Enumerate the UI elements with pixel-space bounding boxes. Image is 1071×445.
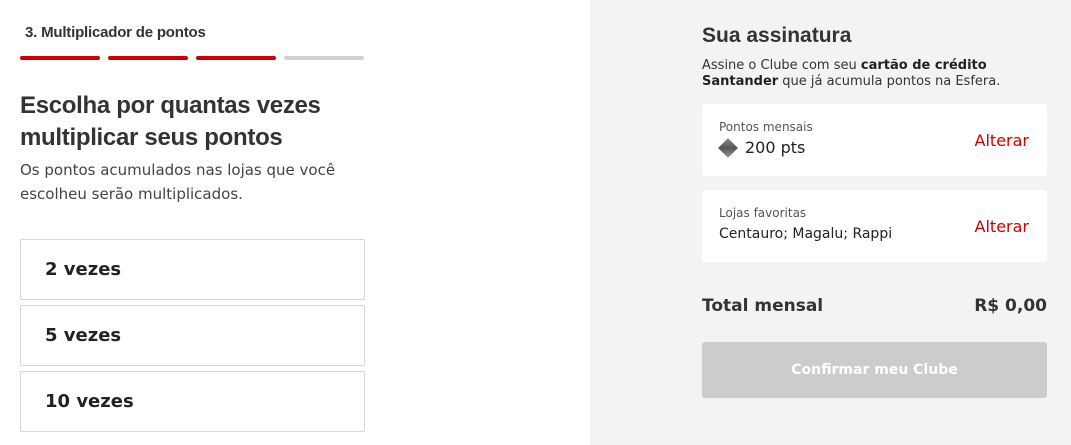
step-title: 3. Multiplicador de pontos — [25, 24, 206, 41]
favorite-stores-value: Centauro; Magalu; Rappi — [719, 226, 893, 242]
change-monthly-points-link[interactable]: Alterar — [975, 131, 1029, 150]
page-title: Escolha por quantas vezes multiplicar se… — [20, 92, 321, 151]
plan-options-panel: 3. Multiplicador de pontos Escolha por q… — [0, 0, 590, 445]
favorite-stores-card: Lojas favoritas Centauro; Magalu; Rappi … — [702, 190, 1047, 262]
progress-segment-3 — [196, 56, 276, 60]
favorite-stores-label: Lojas favoritas — [719, 206, 807, 220]
diamond-icon — [718, 137, 738, 158]
summary-title: Sua assinatura — [702, 24, 852, 47]
monthly-points-label: Pontos mensais — [719, 120, 813, 134]
progress-bar — [20, 56, 364, 60]
total-value: R$ 0,00 — [974, 296, 1047, 316]
summary-description-prefix: Assine o Clube com seu — [702, 58, 861, 73]
summary-description-suffix: que já acumula pontos na Esfera. — [778, 74, 1001, 89]
total-label: Total mensal — [702, 296, 824, 316]
monthly-points-card: Pontos mensais 200 pts Alterar — [702, 104, 1047, 176]
summary-description: Assine o Clube com seu cartão de crédito… — [702, 58, 1062, 90]
subscription-summary-panel: Sua assinatura Assine o Clube com seu ca… — [590, 0, 1071, 445]
confirm-button[interactable]: Confirmar meu Clube — [702, 342, 1047, 398]
monthly-points-value: 200 pts — [745, 138, 806, 157]
option-5-vezes[interactable]: 5 vezes — [20, 305, 365, 366]
progress-segment-2 — [108, 56, 188, 60]
option-10-vezes[interactable]: 10 vezes — [20, 371, 365, 432]
page-subtitle: Os pontos acumulados nas lojas que você … — [20, 161, 336, 203]
progress-segment-4 — [284, 56, 364, 60]
change-favorite-stores-link[interactable]: Alterar — [975, 217, 1029, 236]
progress-segment-1 — [20, 56, 100, 60]
monthly-points-value-row: 200 pts — [718, 137, 806, 158]
option-2-vezes[interactable]: 2 vezes — [20, 239, 365, 300]
